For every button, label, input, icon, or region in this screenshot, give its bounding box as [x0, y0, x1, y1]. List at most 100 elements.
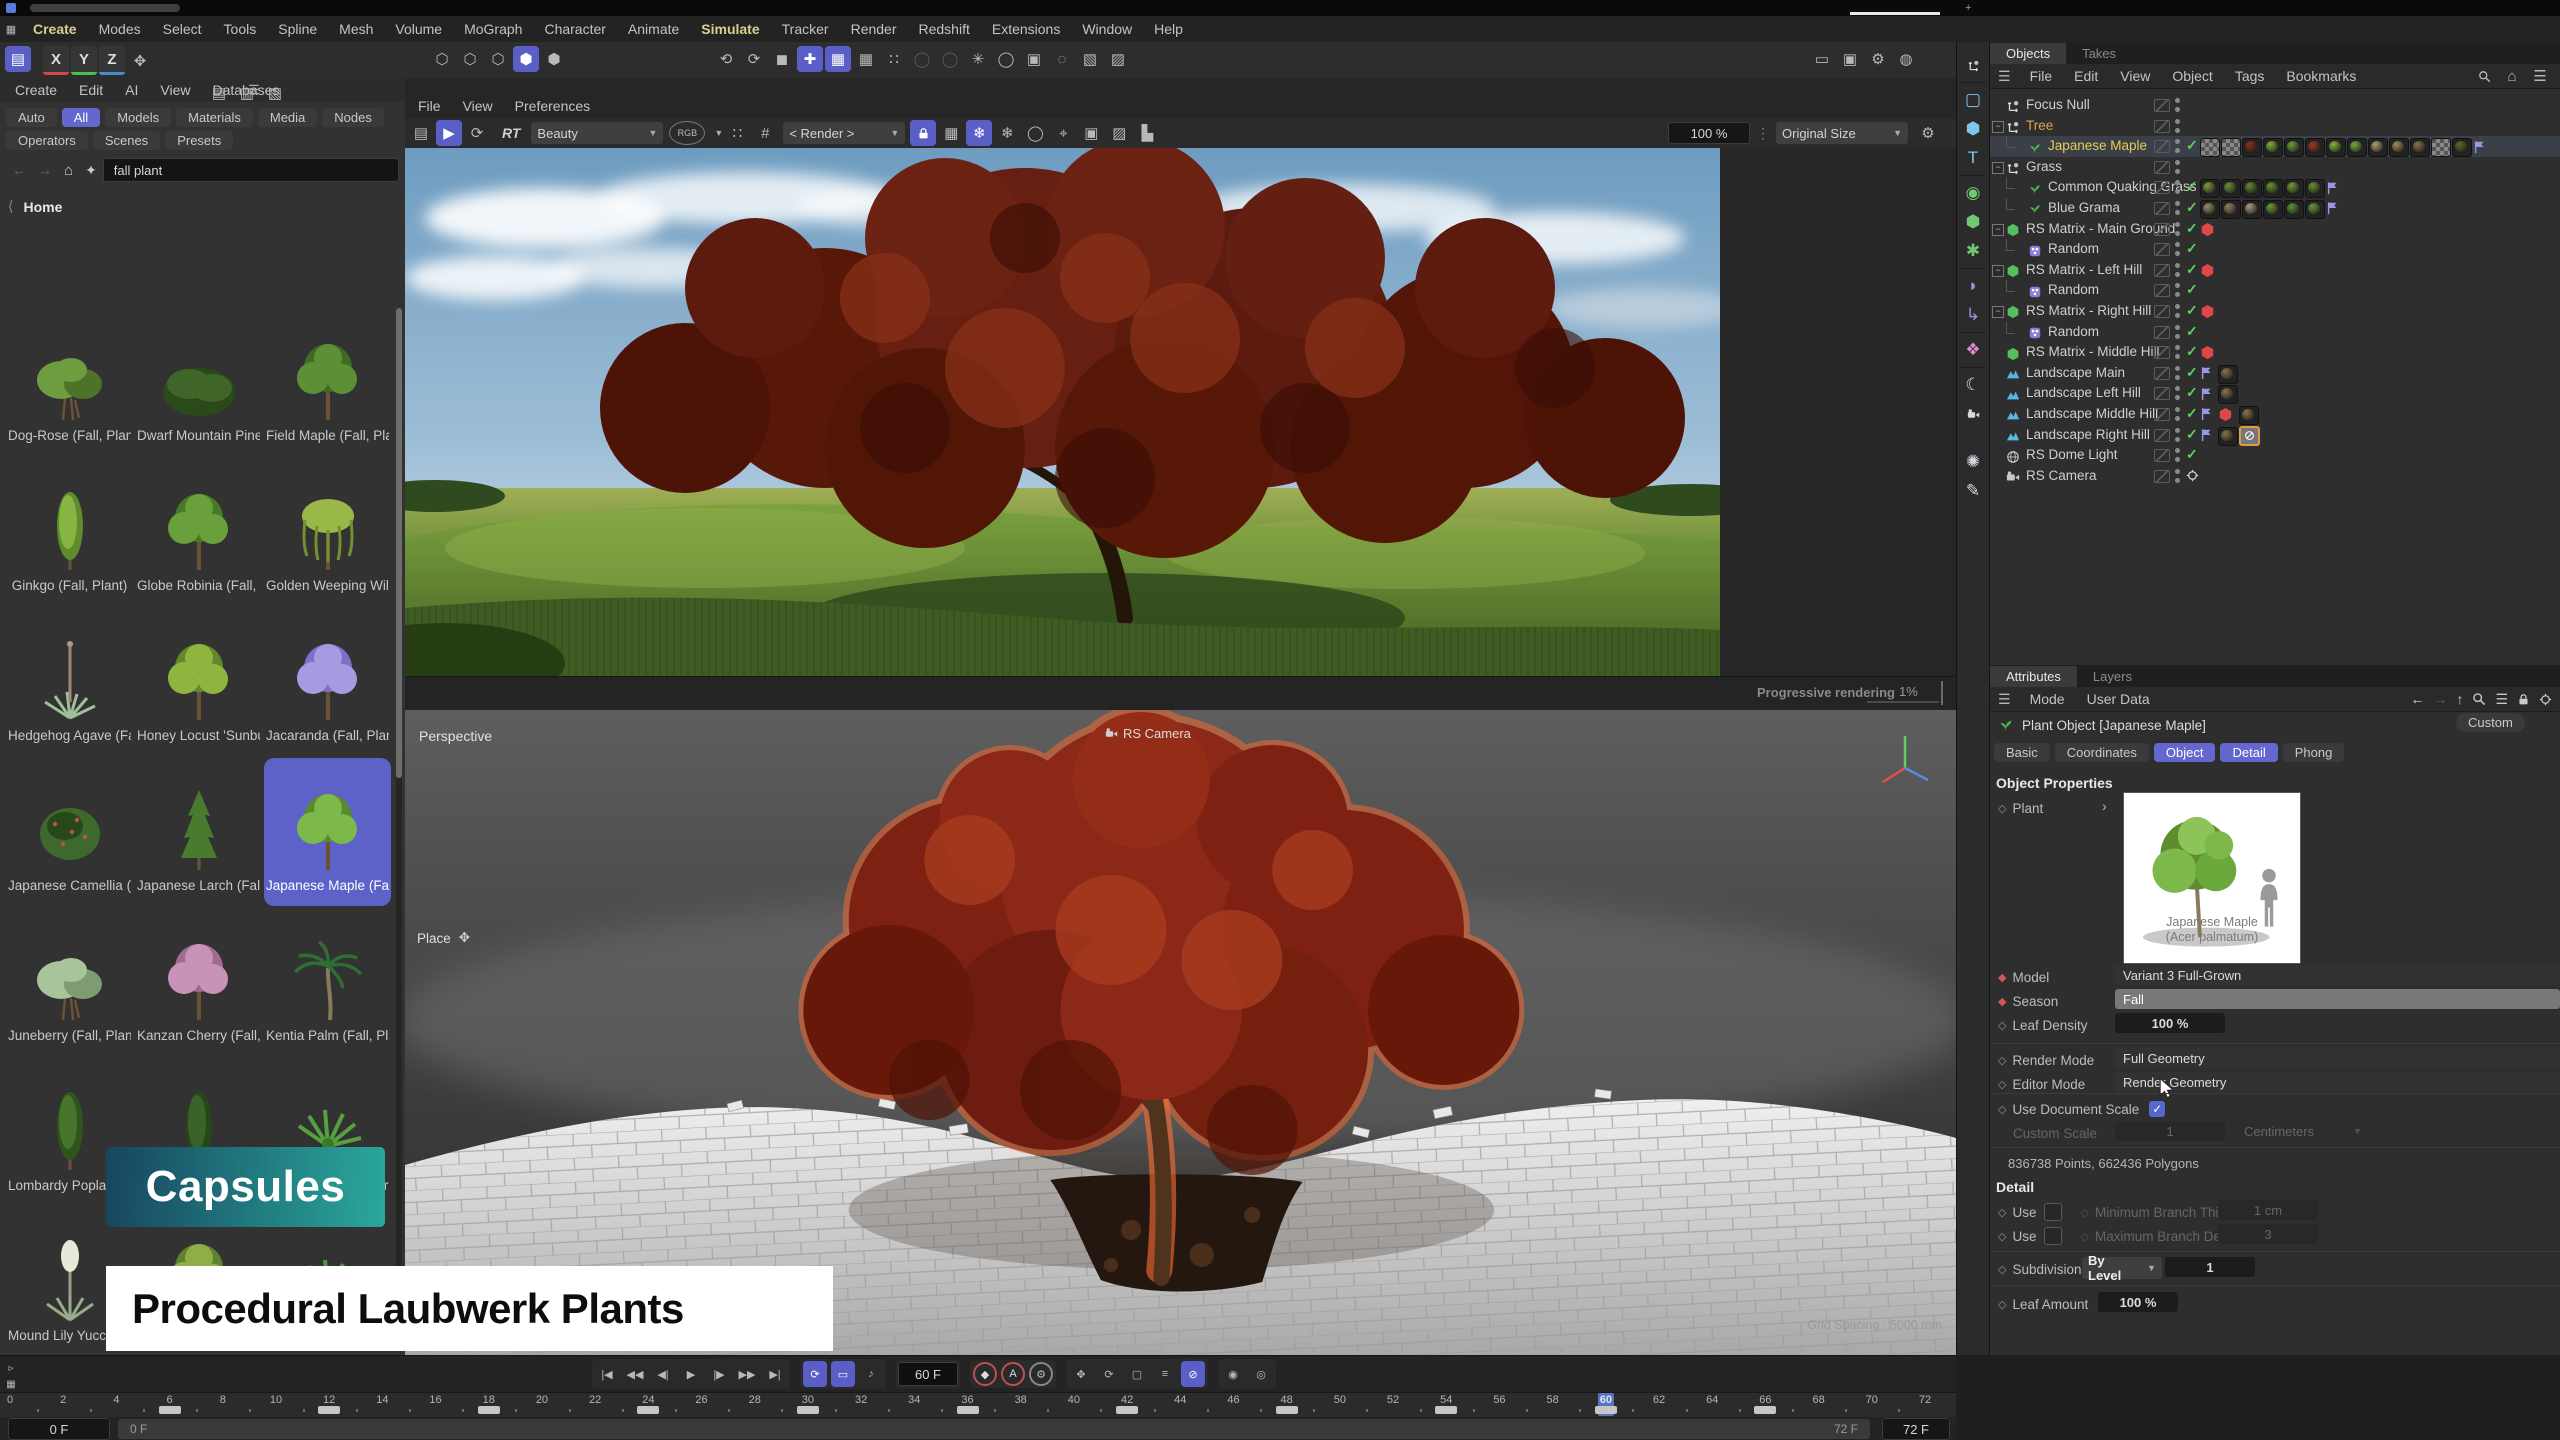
asset-menu-ai[interactable]: AI [114, 82, 149, 98]
annotation-flag-icon[interactable] [2200, 427, 2214, 442]
keyframe-selection-button[interactable]: ⊘ [1181, 1361, 1205, 1387]
render-mode-select[interactable]: Full Geometry [2115, 1048, 2560, 1068]
current-frame-field[interactable]: 60 F [898, 1362, 958, 1386]
object-row-random[interactable]: Random✓ [1990, 280, 2560, 301]
layer-edit-box[interactable] [2154, 367, 2170, 380]
visibility-dots[interactable] [2175, 119, 2180, 133]
subdivision-mode-select[interactable]: By Level▼ [2082, 1257, 2162, 1279]
object-name[interactable]: Japanese Maple [2048, 138, 2147, 153]
grid-icon[interactable]: ▦ [938, 120, 964, 146]
render-mode-select[interactable]: Beauty▼ [531, 122, 663, 144]
asset-tab-models[interactable]: Models [105, 108, 171, 127]
render-settings-icon[interactable]: ⚙ [1865, 46, 1891, 72]
object-row-rs-camera[interactable]: RS Camera [1990, 466, 2560, 487]
material-swatch[interactable] [2218, 365, 2238, 384]
material-swatch[interactable] [2200, 179, 2220, 198]
home-icon[interactable]: ⌂ [2503, 63, 2521, 89]
lock-icon[interactable] [2517, 693, 2530, 706]
visibility-dots[interactable] [2175, 366, 2180, 380]
asset-tab-operators[interactable]: Operators [6, 131, 88, 150]
attr-tab-object[interactable]: Object [2154, 743, 2216, 762]
enabled-check-icon[interactable]: ✓ [2186, 426, 2198, 443]
material-swatch[interactable] [2431, 138, 2451, 157]
enabled-check-icon[interactable]: ✓ [2186, 384, 2198, 401]
play-button[interactable]: ▶ [679, 1361, 703, 1387]
timeline-mini-icon-b[interactable]: ▦ [3, 1376, 19, 1392]
enabled-check-icon[interactable]: ✓ [2186, 178, 2198, 195]
visibility-dots[interactable] [2175, 325, 2180, 339]
expander-icon[interactable]: − [1992, 162, 2004, 174]
history-forward-icon[interactable]: → [2433, 691, 2447, 707]
material-swatch[interactable] [2347, 138, 2367, 157]
material-swatch[interactable] [2284, 179, 2304, 198]
asset-card-dwarf-mountain-pine[interactable]: Dwarf Mountain Pine (... [135, 308, 262, 456]
material-swatch[interactable] [2410, 138, 2430, 157]
asset-card-dog-rose[interactable]: Dog-Rose (Fall, Plant) [6, 308, 133, 456]
menu-simulate[interactable]: Simulate [690, 21, 770, 37]
custom-scale-field[interactable]: 1 [2115, 1121, 2225, 1141]
layout-tab-indicator[interactable] [1850, 12, 1940, 15]
rgb-channel-icon[interactable]: RGB [669, 121, 705, 145]
redshift-tag-icon[interactable] [2200, 262, 2215, 278]
object-row-random[interactable]: Random✓ [1990, 322, 2560, 343]
material-swatch[interactable] [2200, 200, 2220, 219]
enabled-check-icon[interactable]: ✓ [2186, 302, 2198, 319]
layer-edit-box[interactable] [2154, 346, 2170, 359]
subdivision-field[interactable]: 1 [2165, 1257, 2255, 1277]
enabled-check-icon[interactable]: ✓ [2186, 261, 2198, 278]
disabled-tool-a-icon[interactable]: ◯ [909, 46, 935, 72]
attr-tab-detail[interactable]: Detail [2220, 743, 2277, 762]
material-swatch[interactable] [2305, 200, 2325, 219]
visibility-dots[interactable] [2175, 160, 2180, 174]
material-swatch[interactable] [2284, 138, 2304, 157]
focus-icon[interactable]: ⌖ [1050, 120, 1076, 146]
object-row-tree[interactable]: −Tree [1990, 116, 2560, 137]
hatch-view-icon[interactable]: ▧ [1077, 46, 1103, 72]
play-icon[interactable]: ▶ [436, 120, 462, 146]
custom-button[interactable]: Custom [2456, 713, 2525, 732]
material-swatch[interactable] [2218, 427, 2238, 446]
menu-character[interactable]: Character [533, 21, 616, 37]
keyframe-marker[interactable] [957, 1406, 979, 1414]
object-row-common-quaking-grass[interactable]: Common Quaking Grass✓ [1990, 177, 2560, 198]
visibility-dots[interactable] [2175, 345, 2180, 359]
burst-tool-icon[interactable]: ✳ [965, 46, 991, 72]
custom-scale-unit-select[interactable]: Centimeters▼ [2238, 1121, 2368, 1141]
axis-z-button[interactable]: Z [99, 46, 125, 75]
histogram-icon[interactable]: ▙ [1134, 120, 1160, 146]
menu-tools[interactable]: Tools [213, 21, 268, 37]
tab-layers[interactable]: Layers [2077, 666, 2148, 687]
material-swatch[interactable] [2389, 138, 2409, 157]
render-target-select[interactable]: < Render >▼ [783, 122, 905, 144]
object-name[interactable]: Tree [2026, 118, 2053, 133]
layer-edit-box[interactable] [2154, 284, 2170, 297]
keyframe-marker[interactable] [1754, 1406, 1776, 1414]
layer-edit-box[interactable] [2154, 181, 2170, 194]
layer-edit-box[interactable] [2154, 243, 2170, 256]
environment-icon[interactable]: ☾ [1959, 371, 1987, 399]
menu-volume[interactable]: Volume [384, 21, 453, 37]
enabled-check-icon[interactable]: ✓ [2186, 199, 2198, 216]
asset-card-juneberry[interactable]: Juneberry (Fall, Plant) [6, 908, 133, 1056]
object-name[interactable]: Landscape Left Hill [2026, 385, 2141, 400]
parent-up-icon[interactable]: ↑ [2456, 691, 2463, 707]
object-row-landscape-right-hill[interactable]: Landscape Right Hill✓ [1990, 425, 2560, 446]
attr-menu-user-data[interactable]: User Data [2076, 691, 2161, 707]
visibility-dots[interactable] [2175, 201, 2180, 215]
asset-card-globe-robinia[interactable]: Globe Robinia (Fall, Pl... [135, 458, 262, 606]
range-end-field[interactable]: 72 F [1882, 1418, 1950, 1440]
range-playback-button[interactable]: ▭ [831, 1361, 855, 1387]
object-row-blue-grama[interactable]: Blue Grama ✓ [1990, 198, 2560, 219]
object-name[interactable]: Blue Grama [2048, 200, 2120, 215]
viewport-camera-label[interactable]: RS Camera [1105, 726, 1191, 741]
search-input[interactable]: fall plant [103, 158, 399, 182]
object-row-landscape-middle-hill[interactable]: Landscape Middle Hill✓ [1990, 404, 2560, 425]
gear-icon[interactable]: ⚙ [1915, 120, 1941, 146]
open-window-icon[interactable]: ▧ [262, 80, 288, 106]
goto-end-button[interactable]: ▶| [763, 1361, 787, 1387]
layer-edit-box[interactable] [2154, 449, 2170, 462]
crop-icon[interactable]: # [752, 120, 778, 146]
annotation-flag-icon[interactable] [2200, 385, 2214, 400]
enabled-check-icon[interactable]: ✓ [2186, 240, 2198, 257]
object-name[interactable]: Random [2048, 282, 2099, 297]
